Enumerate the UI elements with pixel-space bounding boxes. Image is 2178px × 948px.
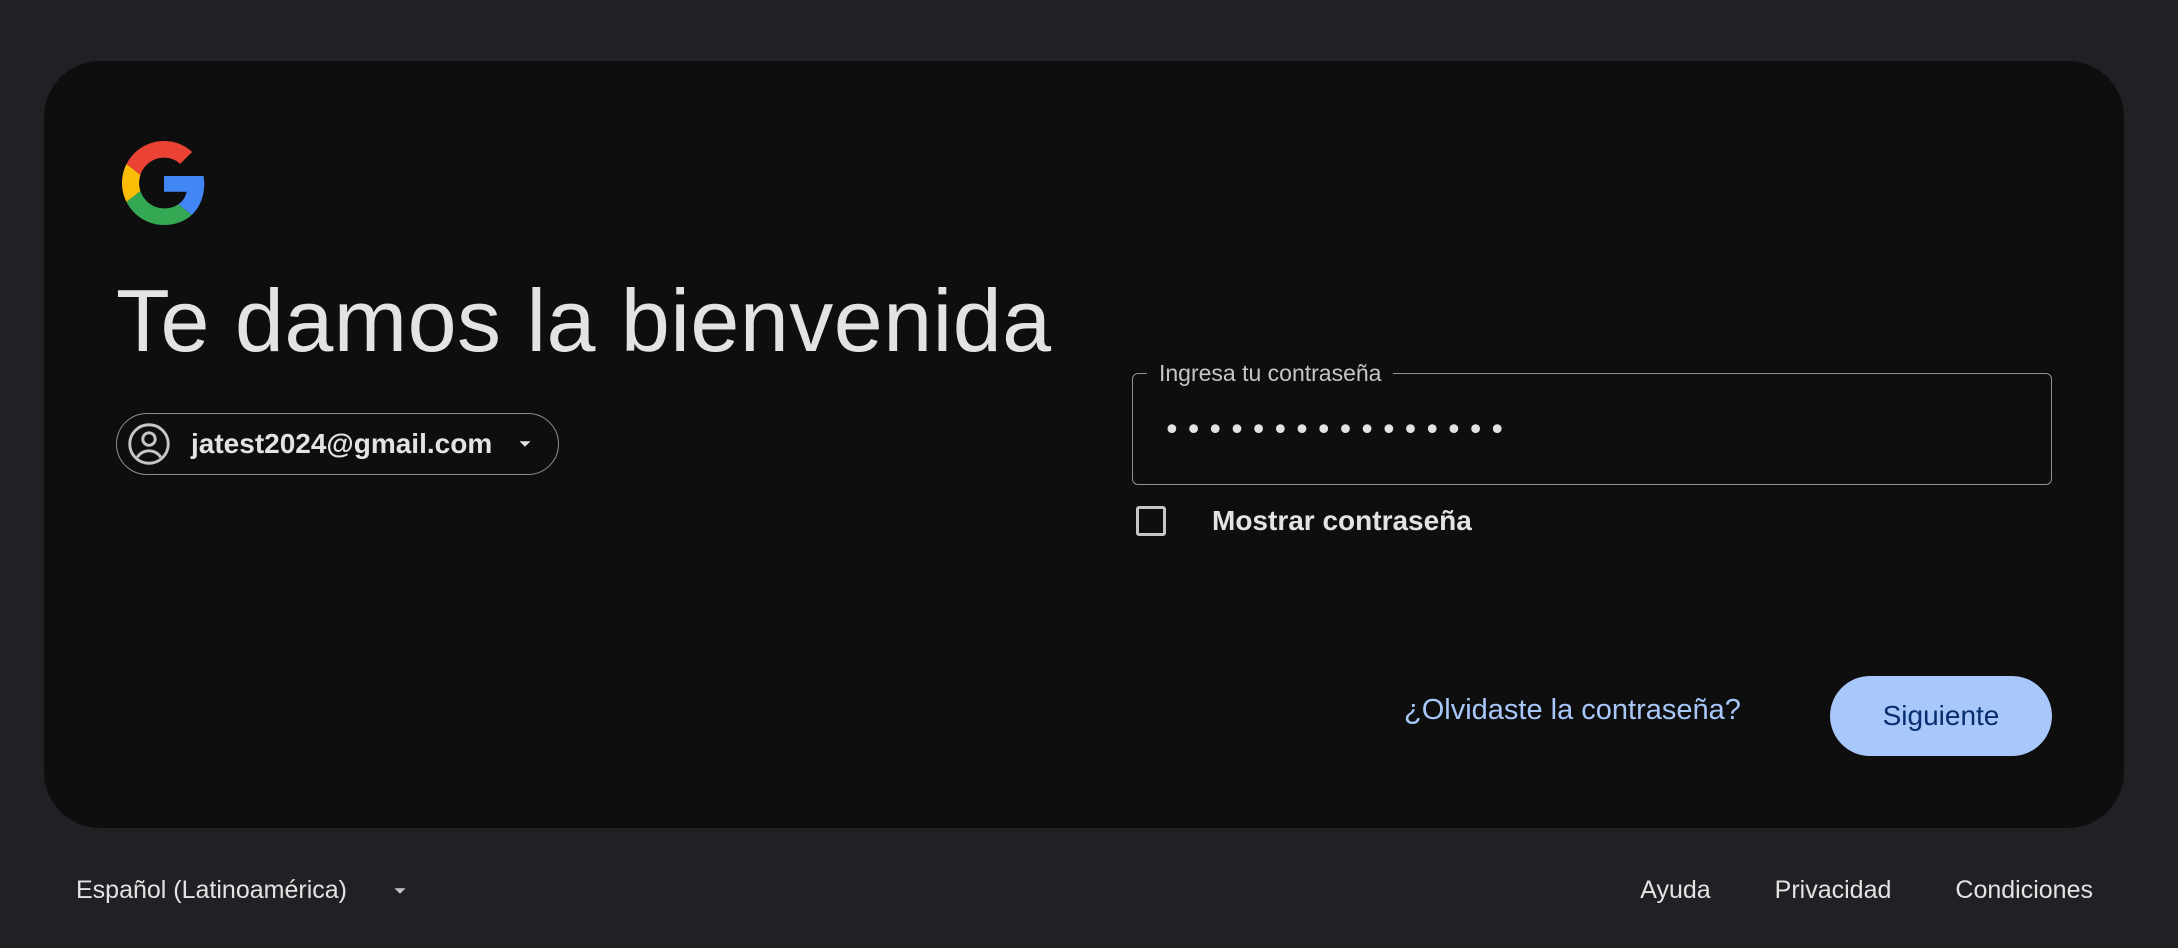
terms-link[interactable]: Condiciones [1955, 876, 2093, 905]
google-logo-icon [122, 141, 206, 225]
show-password-label: Mostrar contraseña [1212, 505, 1472, 536]
account-circle-icon [128, 423, 170, 465]
password-field[interactable]: Ingresa tu contraseña [1132, 359, 2052, 485]
privacy-link[interactable]: Privacidad [1775, 876, 1892, 905]
password-field-label: Ingresa tu contraseña [1147, 359, 1394, 387]
chevron-down-icon [394, 887, 406, 894]
signin-card: Te damos la bienvenida jatest2024@gmail.… [44, 61, 2124, 828]
show-password-toggle[interactable]: Mostrar contraseña [1136, 505, 1472, 537]
chevron-down-icon [519, 441, 531, 447]
language-selector[interactable]: Español (Latinoamérica) [76, 876, 411, 905]
footer-links: Ayuda Privacidad Condiciones [1640, 876, 2093, 905]
show-password-checkbox[interactable] [1136, 506, 1166, 536]
next-button[interactable]: Siguiente [1830, 676, 2052, 756]
forgot-password-link[interactable]: ¿Olvidaste la contraseña? [1404, 694, 1741, 727]
language-label: Español (Latinoamérica) [76, 876, 347, 904]
account-chip[interactable]: jatest2024@gmail.com [116, 413, 560, 475]
page-title: Te damos la bienvenida [116, 271, 1052, 370]
help-link[interactable]: Ayuda [1640, 876, 1710, 905]
account-email: jatest2024@gmail.com [191, 428, 493, 459]
password-input[interactable] [1163, 404, 2023, 456]
